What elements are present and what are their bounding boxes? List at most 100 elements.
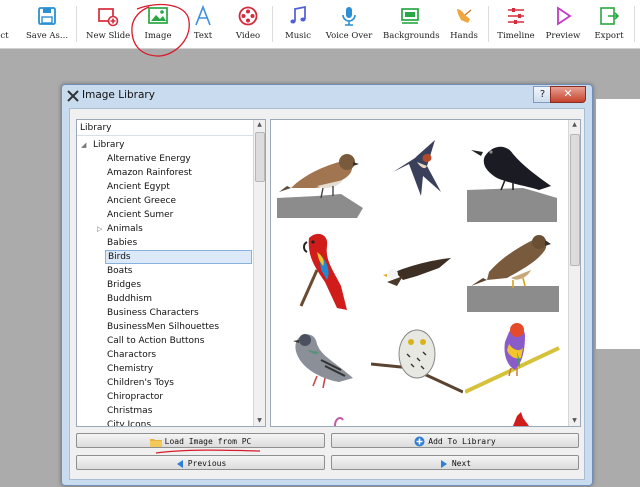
- microphone-icon: [342, 7, 356, 26]
- tree-item[interactable]: Babies: [107, 236, 253, 250]
- tree-header: Library: [77, 120, 265, 136]
- toolbar-new-slide-button[interactable]: New Slide: [86, 2, 130, 46]
- tree-item[interactable]: Children's Toys: [107, 376, 253, 390]
- text-icon: [195, 5, 211, 26]
- toolbar-export-button[interactable]: Export: [590, 2, 628, 46]
- timeline-icon: [508, 8, 524, 24]
- tree-item[interactable]: Alternative Energy: [107, 152, 253, 166]
- video-icon: [238, 6, 258, 26]
- next-button[interactable]: Next: [331, 455, 579, 470]
- toolbar-select-label: ect: [0, 31, 9, 41]
- toolbar-new-slide-label: New Slide: [86, 31, 131, 41]
- owl-image[interactable]: [371, 324, 463, 396]
- dialog-client-area: Library ◢ Library Alternative Energy Ama…: [69, 108, 585, 480]
- hawk-image[interactable]: [467, 228, 559, 312]
- tree-root-library[interactable]: Library: [93, 138, 124, 152]
- toolbar-separator: [272, 6, 273, 42]
- gallery-scrollbar[interactable]: ▲ ▼: [568, 120, 580, 426]
- pigeon-image[interactable]: [287, 326, 357, 392]
- scroll-up-arrow-icon[interactable]: ▲: [569, 121, 580, 128]
- gallery-scroll-thumb[interactable]: [570, 134, 580, 266]
- library-tree: Library ◢ Library Alternative Energy Ama…: [76, 119, 266, 427]
- music-icon: [290, 5, 306, 24]
- main-toolbar: ect Save As... New Slide Image Text Vide…: [0, 0, 640, 49]
- tree-item[interactable]: City Icons: [107, 418, 253, 426]
- toolbar-video-label: Video: [235, 31, 261, 41]
- expand-arrow-icon[interactable]: ▷: [97, 225, 102, 233]
- tree-item-birds-selected[interactable]: Birds: [105, 250, 252, 264]
- image-icon: [148, 7, 168, 24]
- image-library-dialog: Image Library ? ✕ Library ◢ Library Alte…: [61, 84, 593, 486]
- hand-icon: [457, 9, 472, 23]
- tree-item[interactable]: Ancient Greece: [107, 194, 253, 208]
- tree-scroll-thumb[interactable]: [255, 132, 265, 182]
- toolbar-voice-over-label: Voice Over: [325, 31, 373, 41]
- tree-scrollbar[interactable]: ▲ ▼: [253, 120, 265, 426]
- toolbar-image-label: Image: [144, 31, 172, 41]
- toolbar-preview-button[interactable]: Preview: [544, 2, 582, 46]
- add-to-library-button[interactable]: Add To Library: [331, 433, 579, 448]
- dialog-titlebar[interactable]: Image Library ? ✕: [62, 85, 592, 107]
- tree-item[interactable]: Ancient Sumer: [107, 208, 253, 222]
- tree-item[interactable]: Bridges: [107, 278, 253, 292]
- eagle-image[interactable]: [379, 256, 453, 290]
- toolbar-save-as-button[interactable]: Save As...: [22, 2, 72, 46]
- add-circle-icon: [414, 436, 425, 447]
- toolbar-text-label: Text: [193, 31, 213, 41]
- tree-item[interactable]: Amazon Rainforest: [107, 166, 253, 180]
- backgrounds-icon: [401, 8, 419, 24]
- toolbar-export-label: Export: [594, 31, 624, 41]
- arrow-right-icon: [440, 459, 447, 468]
- crow-image[interactable]: [467, 136, 559, 222]
- tree-item[interactable]: Buddhism: [107, 292, 253, 306]
- finch-image[interactable]: [465, 318, 561, 394]
- toolbar-timeline-button[interactable]: Timeline: [494, 2, 538, 46]
- toolbar-timeline-label: Timeline: [497, 31, 535, 41]
- select-icon: [0, 5, 14, 27]
- toolbar-hands-button[interactable]: Hands: [446, 2, 482, 46]
- tree-item[interactable]: Christmas: [107, 404, 253, 418]
- toolbar-backgrounds-label: Backgrounds: [383, 31, 440, 41]
- toolbar-music-label: Music: [284, 31, 312, 41]
- slide-canvas[interactable]: [596, 99, 640, 349]
- toolbar-video-button[interactable]: Video: [230, 2, 266, 46]
- toolbar-text-button[interactable]: Text: [186, 2, 220, 46]
- tree-item[interactable]: Boats: [107, 264, 253, 278]
- tree-item[interactable]: Call to Action Buttons: [107, 334, 253, 348]
- toolbar-voice-over-button[interactable]: Voice Over: [323, 2, 375, 46]
- collapse-arrow-icon[interactable]: ◢: [81, 141, 86, 149]
- toolbar-preview-label: Preview: [545, 31, 581, 41]
- previous-button[interactable]: Previous: [76, 455, 325, 470]
- tree-item[interactable]: Chiropractor: [107, 390, 253, 404]
- macaw-image[interactable]: [297, 230, 353, 310]
- sparrow-image[interactable]: [277, 140, 363, 218]
- swallow-image[interactable]: [387, 136, 447, 198]
- dialog-title: Image Library: [82, 89, 155, 101]
- toolbar-image-button[interactable]: Image: [140, 2, 176, 46]
- toolbar-select-button[interactable]: ect: [0, 2, 12, 46]
- tools-icon: [67, 90, 79, 102]
- image-gallery: ▲ ▼: [270, 119, 581, 427]
- toolbar-backgrounds-button[interactable]: Backgrounds: [383, 2, 440, 46]
- scroll-down-arrow-icon[interactable]: ▼: [254, 417, 265, 424]
- save-icon: [38, 7, 56, 25]
- scroll-up-arrow-icon[interactable]: ▲: [254, 121, 265, 128]
- tree-item[interactable]: Business Characters: [107, 306, 253, 320]
- close-button[interactable]: ✕: [550, 86, 586, 103]
- toolbar-music-button[interactable]: Music: [280, 2, 316, 46]
- new-slide-icon: [98, 8, 119, 27]
- partial-bird-image[interactable]: [333, 414, 345, 426]
- next-label: Next: [451, 459, 472, 468]
- tree-item[interactable]: Charactors: [107, 348, 253, 362]
- add-to-library-label: Add To Library: [428, 437, 496, 446]
- load-image-from-pc-button[interactable]: Load Image from PC: [76, 433, 325, 448]
- tree-item[interactable]: Chemistry: [107, 362, 253, 376]
- scroll-down-arrow-icon[interactable]: ▼: [569, 417, 580, 424]
- toolbar-separator: [488, 6, 489, 42]
- export-icon: [600, 7, 620, 25]
- tree-item-animals[interactable]: Animals: [107, 222, 253, 236]
- tree-item[interactable]: Ancient Egypt: [107, 180, 253, 194]
- play-icon: [557, 6, 572, 26]
- cardinal-image[interactable]: [509, 412, 529, 426]
- tree-item[interactable]: BusinessMen Silhouettes: [107, 320, 253, 334]
